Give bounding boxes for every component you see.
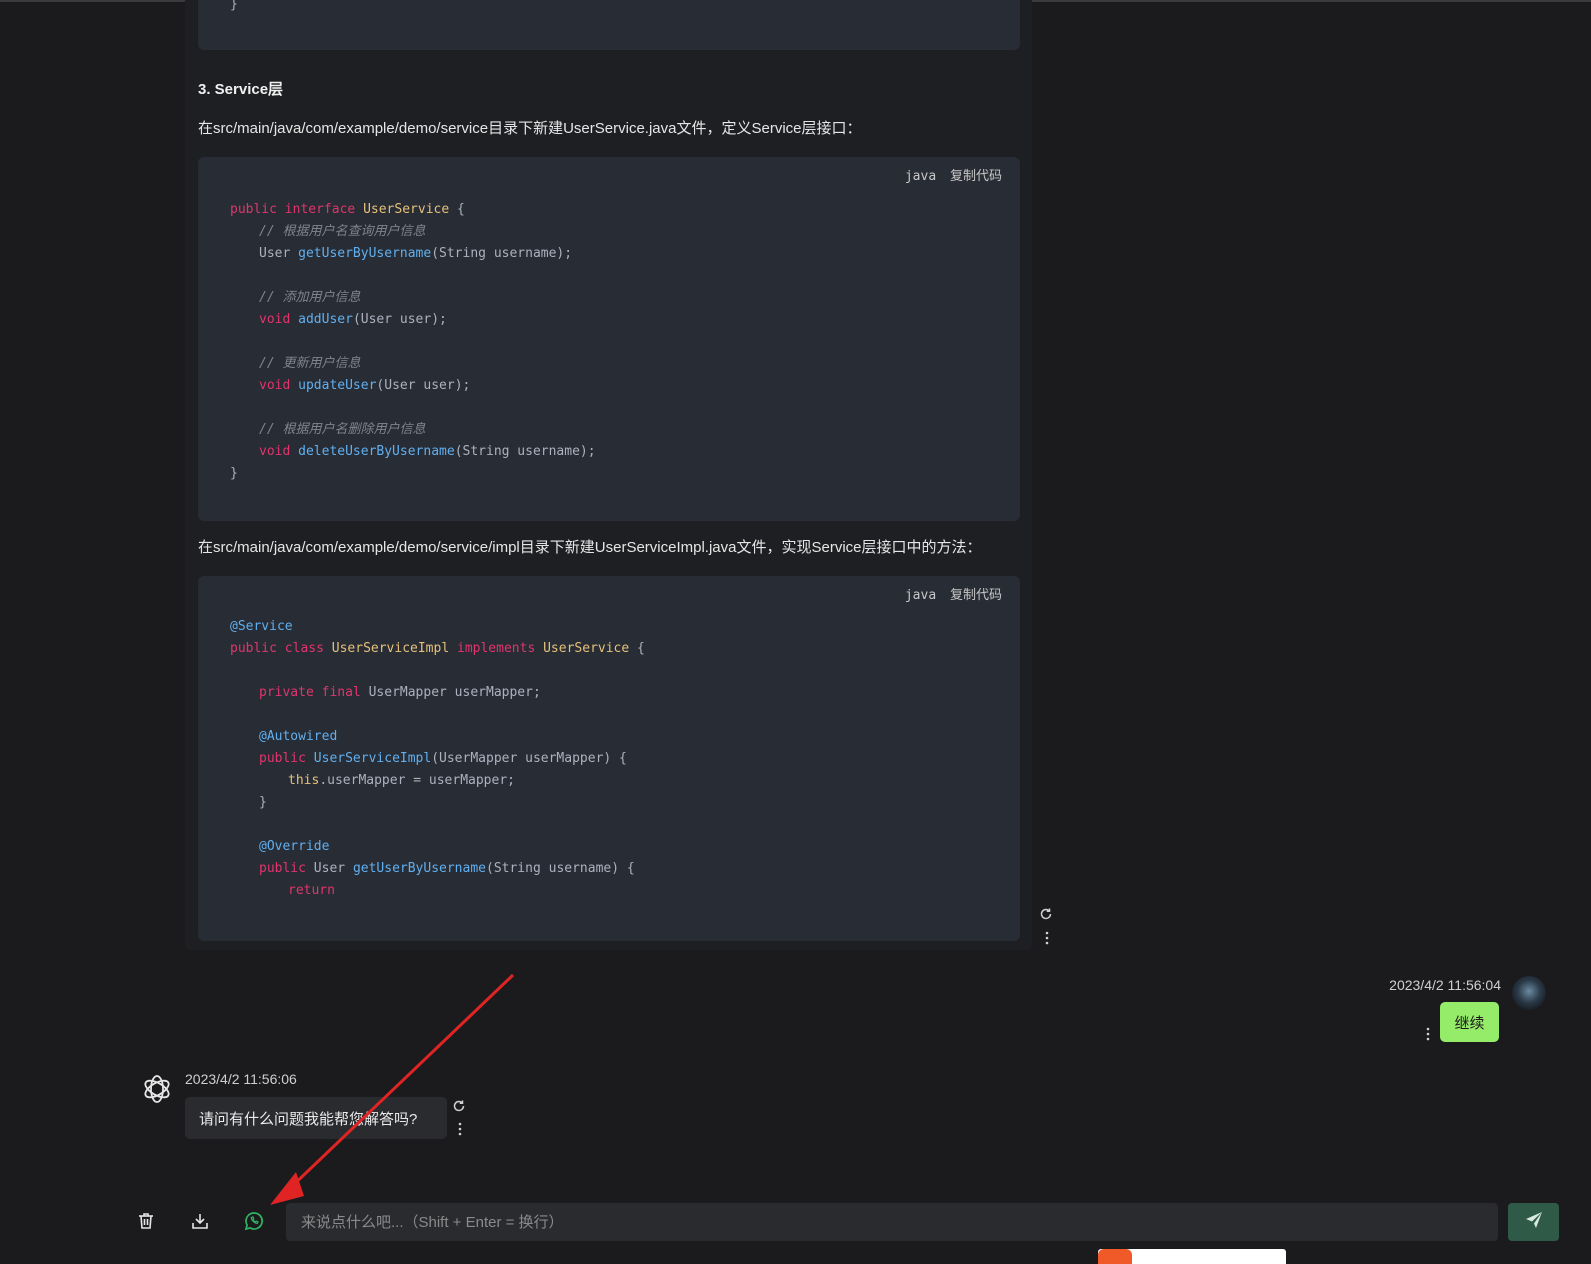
code-line: } (230, 466, 238, 481)
code-line: void deleteUserByUsername(String usernam… (259, 444, 596, 459)
assistant-message-time: 2023/4/2 11:56:06 (185, 1071, 297, 1087)
code-comment: // 添加用户信息 (259, 290, 361, 305)
code-language-label: java (904, 169, 937, 184)
refresh-icon[interactable] (1039, 907, 1053, 924)
code-language-label: java (904, 588, 937, 603)
code-line: } (259, 795, 267, 810)
download-icon (190, 1211, 210, 1236)
code-annotation: @Service (230, 619, 293, 634)
refresh-icon[interactable] (452, 1099, 466, 1116)
code-comment: // 根据用户名查询用户信息 (259, 224, 426, 239)
code-line: public User getUserByUsername(String use… (259, 861, 635, 876)
more-vertical-icon[interactable] (458, 1122, 462, 1139)
clear-chat-button[interactable] (131, 1208, 161, 1238)
code-line: public interface UserService { (230, 202, 465, 217)
code-block-previous: } (198, 0, 1020, 50)
copy-code-button[interactable]: 复制代码 (950, 588, 1002, 603)
export-button[interactable] (185, 1208, 215, 1238)
message-input[interactable] (286, 1203, 1498, 1241)
ime-toolbar[interactable] (1098, 1249, 1286, 1264)
code-line: } (230, 0, 238, 12)
send-button[interactable] (1508, 1203, 1559, 1241)
code-line: this.userMapper = userMapper; (288, 773, 515, 788)
code-line: void addUser(User user); (259, 312, 447, 327)
code-header: java 复制代码 (899, 584, 1002, 603)
code-comment: // 更新用户信息 (259, 356, 361, 371)
ime-logo-icon (1098, 1249, 1132, 1264)
assistant-reply-bubble: 请问有什么问题我能帮您解答吗? (185, 1097, 447, 1139)
assistant-reply-text: 请问有什么问题我能帮您解答吗? (199, 1110, 418, 1128)
code-block-userservice: java 复制代码 public interface UserService {… (198, 157, 1020, 521)
section-heading: 3. Service层 (198, 81, 284, 98)
trash-icon (136, 1211, 156, 1236)
more-vertical-icon[interactable] (1426, 1027, 1430, 1044)
paragraph-impl: 在src/main/java/com/example/demo/service/… (198, 539, 982, 556)
code-comment: // 根据用户名删除用户信息 (259, 422, 426, 437)
whatsapp-button[interactable] (239, 1208, 269, 1238)
user-avatar (1512, 976, 1546, 1010)
openai-logo-icon (140, 1072, 174, 1106)
send-icon (1524, 1210, 1544, 1235)
code-annotation: @Override (259, 839, 330, 854)
code-line: public class UserServiceImpl implements … (230, 641, 645, 656)
code-line: User getUserByUsername(String username); (259, 246, 573, 261)
more-vertical-icon[interactable] (1045, 931, 1049, 948)
paragraph-interface: 在src/main/java/com/example/demo/service目… (198, 120, 862, 137)
code-annotation: @Autowired (259, 729, 338, 744)
user-message-bubble: 继续 (1440, 1002, 1499, 1042)
code-line: private final UserMapper userMapper; (259, 685, 541, 700)
code-line: return (288, 883, 335, 898)
copy-code-button[interactable]: 复制代码 (950, 169, 1002, 184)
whatsapp-icon (244, 1211, 264, 1236)
code-block-userserviceimpl: java 复制代码 @Service public class UserServ… (198, 576, 1020, 941)
code-header: java 复制代码 (899, 165, 1002, 184)
code-line: public UserServiceImpl(UserMapper userMa… (259, 751, 627, 766)
code-line: void updateUser(User user); (259, 378, 471, 393)
user-message-time: 2023/4/2 11:56:04 (1389, 977, 1501, 993)
